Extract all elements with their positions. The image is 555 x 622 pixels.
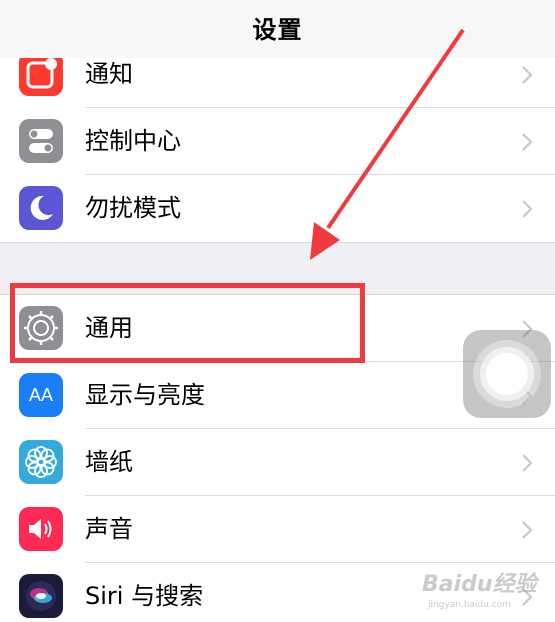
speaker-icon [19, 507, 63, 551]
assistive-touch-button[interactable] [463, 330, 551, 418]
chevron-right-icon [522, 66, 533, 84]
settings-row-control-center[interactable]: 控制中心 [0, 108, 555, 175]
chevron-right-icon [522, 521, 533, 539]
chevron-right-icon [522, 454, 533, 472]
navigation-bar: 设置 [0, 0, 555, 59]
watermark-site: jingyan.baidu.com [428, 600, 512, 610]
watermark-brand: Baidu经验 [422, 572, 537, 597]
chevron-right-icon [522, 133, 533, 151]
settings-row-label: Siri 与搜索 [85, 582, 204, 610]
do-not-disturb-moon-icon [19, 186, 63, 230]
watermark: Baidu经验 jingyan.baidu.com [422, 566, 552, 618]
settings-group-1: 通知 控制中心 勿扰模式 [0, 58, 555, 242]
wallpaper-flower-icon [19, 440, 63, 484]
annotation-highlight-box [10, 283, 365, 363]
notifications-icon [19, 58, 63, 96]
settings-row-do-not-disturb[interactable]: 勿扰模式 [0, 175, 555, 242]
assistive-touch-ring [473, 340, 541, 408]
settings-row-sounds[interactable]: 声音 [0, 496, 555, 563]
siri-icon [19, 574, 63, 618]
display-aa-glyph: AA [28, 384, 53, 405]
settings-row-label: 显示与亮度 [85, 381, 205, 409]
settings-row-label: 声音 [85, 515, 133, 543]
chevron-right-icon [522, 200, 533, 218]
assistive-touch-ring [480, 347, 534, 401]
settings-row-label: 通知 [85, 60, 133, 88]
page-title: 设置 [252, 15, 303, 44]
settings-row-notifications[interactable]: 通知 [0, 58, 555, 108]
settings-row-label: 墙纸 [85, 448, 133, 476]
settings-row-wallpaper[interactable]: 墙纸 [0, 429, 555, 496]
control-center-icon [19, 119, 63, 163]
assistive-touch-core [486, 353, 528, 395]
settings-row-label: 勿扰模式 [85, 194, 181, 222]
settings-row-label: 控制中心 [85, 127, 181, 155]
display-aa-icon: AA [19, 373, 63, 417]
